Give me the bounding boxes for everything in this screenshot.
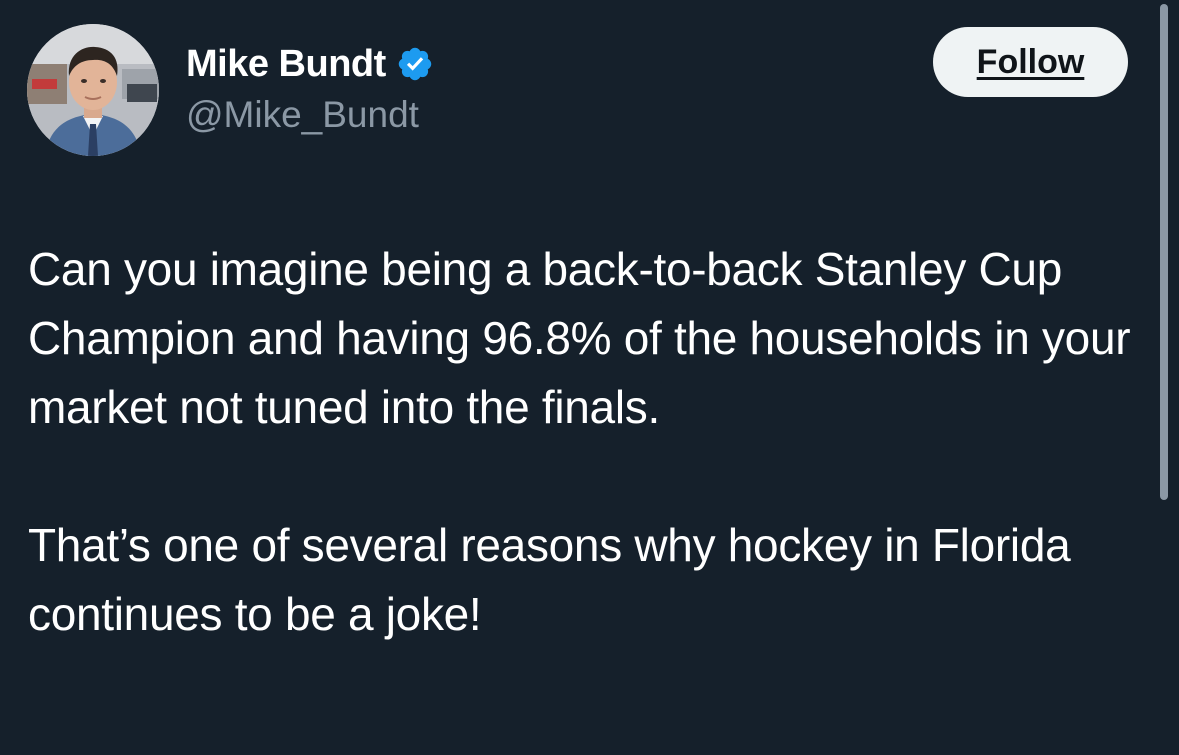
tweet-paragraph: That’s one of several reasons why hockey…: [28, 519, 1071, 640]
author-name-row: Mike Bundt: [186, 40, 434, 88]
follow-button[interactable]: Follow: [933, 27, 1128, 97]
author-handle[interactable]: @Mike_Bundt: [186, 94, 419, 136]
tweet-paragraph: Can you imagine being a back-to-back Sta…: [28, 243, 1131, 433]
tweet-text: Can you imagine being a back-to-back Sta…: [28, 235, 1138, 649]
scrollbar[interactable]: [1160, 4, 1168, 500]
profile-photo-icon: [27, 24, 159, 156]
avatar[interactable]: [27, 24, 159, 156]
verified-badge-icon[interactable]: [396, 45, 434, 83]
display-name[interactable]: Mike Bundt: [186, 43, 386, 86]
tweet-card: Mike Bundt @Mike_Bundt Follow Can you im…: [0, 0, 1179, 755]
